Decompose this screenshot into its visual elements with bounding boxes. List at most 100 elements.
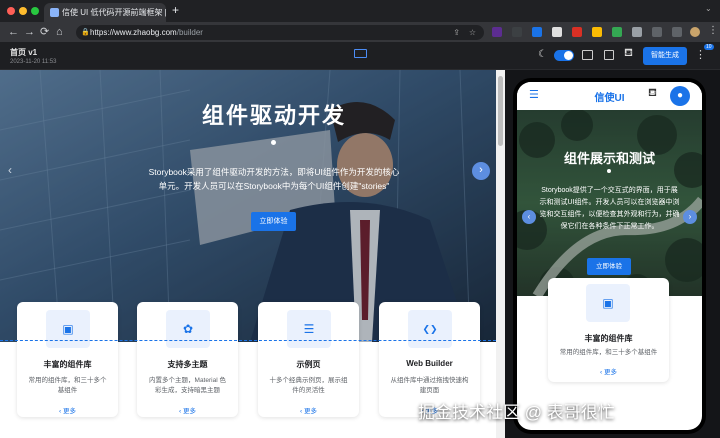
carousel-next-button[interactable]: › [472,162,490,180]
extensions-puzzle-icon[interactable] [652,27,662,37]
tab-search-chevron-icon[interactable]: ⌄ [705,4,712,13]
page-title: 首页 v1 [10,48,38,57]
mobile-card-desc: 常用的组件库，和三十多个基组件 [559,349,658,356]
close-window-button[interactable] [7,7,15,15]
builder-toolbar: 首页 v1 2023-11-20 11:53 ☾ ⛾ 智能生成 ⋮ 10 [0,42,720,70]
mobile-hero-desc: Storybook提供了一个交互式的界面，用于展 [541,187,678,194]
mobile-hero-desc: 览和交互组件，以便检查其外观和行为，并确 [539,211,680,218]
mobile-cta-button[interactable]: 立即体验 [587,258,631,275]
sidebar-toggle-icon[interactable] [672,27,682,37]
feature-card-desc: 基组件 [57,387,78,394]
feature-card[interactable]: ☰ 示例页 十多个经典示例页，展示组 件的灵活性 ‹ 更多 [258,302,359,417]
desktop-preview-icon[interactable] [354,49,367,58]
feature-card[interactable]: ✿ 支持多主题 内置多个主题，Material 色 彩生成，支持暗黑主题 ‹ 更… [137,302,238,417]
mobile-header: ☰ 信使UI ⛾ ● [517,82,702,110]
feature-card-desc: 十多个经典示例页，展示组 [269,377,348,384]
extension-icon[interactable] [572,27,582,37]
page-date: 2023-11-20 11:53 [10,59,57,65]
mobile-title-dot [607,169,611,173]
browser-menu-icon[interactable]: ⋮ [708,25,718,36]
feature-card-desc: 建页面 [419,387,440,394]
avatar[interactable] [690,27,700,37]
extension-icon[interactable] [512,27,522,37]
toggle-knob [564,51,573,60]
hero-description-line2: 单元。开发人员可以在Storybook中为每个UI组件创建"stories" [158,181,390,191]
paint-bucket-icon[interactable]: ⛾ [624,47,633,61]
bookmark-star-icon[interactable]: ☆ [469,25,476,40]
extension-icon[interactable] [532,27,542,37]
new-tab-button[interactable]: + [172,3,179,17]
maximize-window-button[interactable] [31,7,39,15]
dark-mode-moon-icon[interactable]: ☾ [538,49,547,60]
grid-icon: ▣ [586,284,630,322]
mobile-feature-card[interactable]: ▣ 丰富的组件库 常用的组件库，和三十多个基组件 ‹ 更多 [548,278,669,382]
feature-card-title: 支持多主题 [167,360,208,369]
mobile-hero-title: 组件展示和测试 [563,151,655,166]
paint-bucket-icon[interactable]: ⛾ [648,87,657,101]
theme-toggle[interactable] [554,50,574,61]
mobile-hero-desc: 保它们在各种条件下正常工作。 [560,223,659,230]
more-label: 更多 [603,369,617,376]
reload-button[interactable]: ⟳ [40,24,49,40]
browser-toolbar: ← → ⟳ ⌂ 🔒 https://www.zhaobg.com/builder… [0,22,720,42]
url-bar[interactable]: 🔒 https://www.zhaobg.com/builder ⇪ ☆ [76,25,484,40]
layout-panel-icon[interactable] [582,50,593,60]
feature-card[interactable]: ▣ 丰富的组件库 常用的组件库，和三十多个 基组件 ‹ 更多 [17,302,118,417]
vscode-icon: ❮❯ [408,310,452,348]
mobile-carousel-prev-icon[interactable]: ‹ [522,210,536,224]
tab-title: 信使 UI 低代码开源前端框架 | X [62,8,166,17]
external-link-icon[interactable] [604,50,614,60]
smart-generate-button[interactable]: 智能生成 [643,47,687,65]
browser-tab-strip: 信使 UI 低代码开源前端框架 | X + ⌄ [0,0,720,22]
extension-icon[interactable] [492,27,502,37]
watermark: 掘金技术社区 @ 表哥很忙 [418,403,615,422]
feature-card-desc: 件的灵活性 [292,387,325,394]
mobile-hero-desc: 示和测试UI组件。开发人员可以在浏览器中浏 [539,199,680,206]
extension-icon[interactable] [592,27,602,37]
mobile-card-more-link[interactable]: ‹ 更多 [548,366,669,376]
selection-guide-line [0,340,496,341]
browser-tab[interactable]: 信使 UI 低代码开源前端框架 | X [44,3,166,22]
feature-card-desc: 常用的组件库，和三十多个 [28,377,107,384]
extension-icon[interactable] [612,27,622,37]
grid-icon: ▣ [46,310,90,348]
extension-icon[interactable] [632,27,642,37]
feature-card-more-link[interactable]: ‹ 更多 [258,405,359,415]
hero-title-dot [271,140,276,145]
feature-card-desc: 彩生成，支持暗黑主题 [155,387,220,394]
feature-card-desc: 内置多个主题，Material 色 [149,377,226,384]
user-avatar-button[interactable]: ● [670,86,690,106]
more-label: 更多 [182,408,196,415]
extension-icon[interactable] [552,27,562,37]
mobile-carousel-next-icon[interactable]: › [683,210,697,224]
feature-card-more-link[interactable]: ‹ 更多 [137,405,238,415]
scrollbar-thumb[interactable] [498,76,503,146]
canvas-scrollbar[interactable] [496,70,505,438]
mobile-card-title: 丰富的组件库 [584,334,633,343]
forward-button[interactable]: → [24,24,35,40]
more-label: 更多 [303,408,317,415]
minimize-window-button[interactable] [19,7,27,15]
back-button[interactable]: ← [8,24,19,40]
url-host: https://www.zhaobg.com [90,28,177,37]
hero-title: 组件驱动开发 [201,103,346,128]
more-label: 更多 [62,408,76,415]
carousel-prev-icon[interactable]: ‹ [8,163,12,177]
share-icon[interactable]: ⇪ [453,25,460,40]
home-button[interactable]: ⌂ [56,24,63,40]
lock-icon: 🔒 [81,29,90,36]
list-icon: ☰ [287,310,331,348]
url-path: /builder [176,28,203,37]
tab-favicon-icon [50,8,59,17]
hero-cta-button[interactable]: 立即体验 [251,212,296,231]
hero-description-line1: Storybook采用了组件驱动开发的方法，即将UI组件作为开发的核心 [148,167,400,177]
feature-card-title: 丰富的组件库 [43,360,92,369]
phone-screen: ☰ 信使UI ⛾ ● 组件展示和测试 Storybook提供了一个交互式的界面，… [517,82,702,430]
notification-badge: 10 [704,44,714,50]
more-menu-icon[interactable]: ⋮ [695,48,706,61]
desktop-canvas: 组件驱动开发 Storybook采用了组件驱动开发的方法，即将UI组件作为开发的… [0,70,505,438]
feature-card-desc: 从组件库中通过拖拽快速构 [390,377,469,384]
feature-card-title: Web Builder [406,359,453,368]
feature-card-more-link[interactable]: ‹ 更多 [17,405,118,415]
palette-icon: ✿ [166,310,210,348]
